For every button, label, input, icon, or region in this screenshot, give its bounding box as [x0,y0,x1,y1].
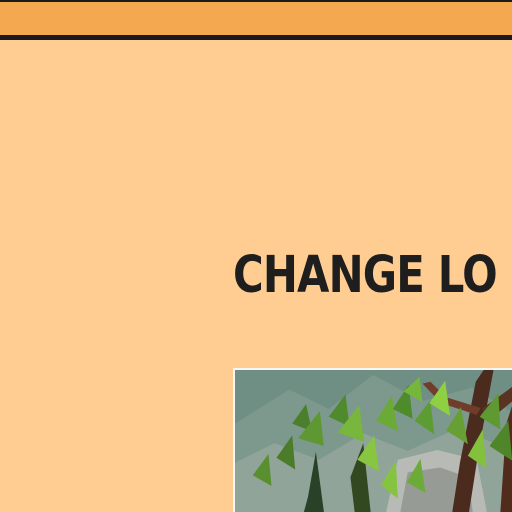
page-title: CHANGE LO [233,246,498,305]
forest-thumbnail-icon [235,370,512,512]
top-navigation-bar [0,0,512,40]
forest-thumbnail[interactable] [233,368,512,512]
